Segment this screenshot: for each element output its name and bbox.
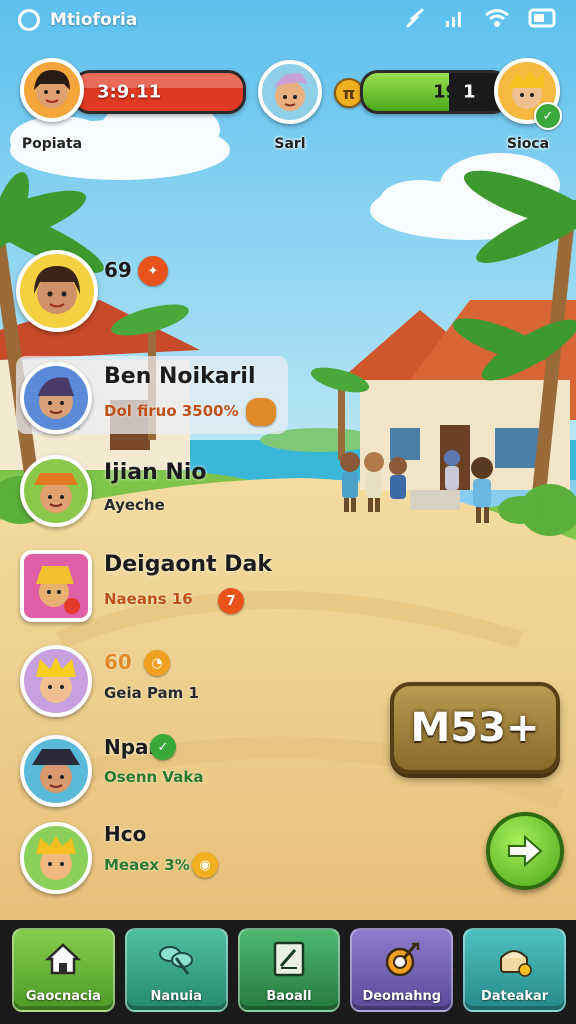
left-player-name: Popiata — [21, 136, 83, 152]
roster-sub-2: Ayeche — [104, 496, 165, 514]
roster-name-2: Ijian Nio — [104, 460, 207, 485]
roster-sub-0: 69 — [104, 258, 132, 282]
roster-badge-4: ◔ — [144, 650, 170, 676]
roster-sub-1: Dol firuo 3500% — [104, 402, 239, 420]
nav-label-baoall: Baoall — [266, 989, 312, 1004]
roster-badge-3: 7 — [218, 588, 244, 614]
nav-tab-home[interactable]: Gaocnacia — [12, 928, 115, 1012]
nav-label-home: Gaocnacia — [25, 989, 101, 1004]
center-player-avatar[interactable] — [258, 60, 322, 124]
roster-avatar-1[interactable] — [20, 362, 92, 434]
roster-sub-3: Naeans 16 — [104, 590, 193, 608]
status-bar: Mtioforia — [0, 0, 576, 40]
wifi-icon — [484, 8, 510, 32]
left-player-score: 3:9.11 — [97, 81, 162, 103]
roster-avatar-2[interactable] — [20, 455, 92, 527]
nav-label-dateakar: Dateakar — [480, 989, 549, 1004]
leaf-icon — [155, 938, 197, 980]
currency-purchase-button[interactable]: M53+ — [390, 682, 560, 774]
roster-avatar-3[interactable] — [20, 550, 92, 622]
right-player-level: 1 — [463, 81, 476, 103]
bottom-navigation: Gaocnacia Nanuia Baoall Deomahng Dateaka… — [0, 920, 576, 1024]
nav-tab-dateakar[interactable]: Dateakar — [463, 928, 566, 1012]
next-arrow-button[interactable] — [486, 812, 564, 890]
nav-label-nanuia: Nanuia — [150, 989, 202, 1004]
roster-avatar-4[interactable] — [20, 645, 92, 717]
center-player-name: Sarl — [274, 136, 306, 152]
nav-label-deomahng: Deomahng — [362, 989, 442, 1004]
left-player-avatar[interactable] — [20, 58, 84, 122]
roster-avatar-6[interactable] — [20, 822, 92, 894]
roster-avatar-0[interactable] — [16, 250, 98, 332]
coin-pot-icon — [246, 398, 276, 426]
roster-sub-5: Osenn Vaka — [104, 768, 204, 786]
roster-sub-6: Meaex 3% — [104, 856, 190, 874]
cell-signal-icon — [444, 9, 466, 31]
roster-name-6: Hco — [104, 822, 147, 846]
roster-badge-0: ✦ — [138, 256, 168, 286]
nav-tab-deomahng[interactable]: Deomahng — [350, 928, 454, 1012]
signal-bolt-icon — [404, 8, 426, 32]
roster-name-3: Deigaont Dak — [104, 552, 273, 577]
right-player-progress-bar: 19 1 — [360, 70, 510, 114]
roster-top-4: 60 — [104, 650, 132, 674]
left-player-health-bar: 3:9.11 — [72, 70, 246, 114]
roster-check-icon-5: ✓ — [150, 734, 176, 760]
app-circle-icon — [18, 9, 40, 31]
roster-coin-icon-6: ◉ — [192, 852, 218, 878]
nav-tab-nanuia[interactable]: Nanuia — [124, 928, 228, 1012]
status-title: Mtioforia — [50, 10, 138, 30]
right-player-name: Sioca — [506, 136, 550, 152]
checkmark-icon: ✓ — [534, 102, 562, 130]
card-icon — [268, 938, 310, 980]
home-icon — [42, 938, 84, 980]
roster-name-1: Ben Noikaril — [104, 364, 256, 389]
target-icon — [381, 938, 423, 980]
battery-icon — [528, 8, 558, 32]
nav-tab-baoall[interactable]: Baoall — [237, 928, 341, 1012]
roster-sub-4: Geia Pam 1 — [104, 684, 199, 702]
right-player-score: 19 — [433, 81, 459, 103]
roster-avatar-5[interactable] — [20, 735, 92, 807]
chest-icon — [494, 938, 536, 980]
arrow-right-icon — [508, 834, 543, 868]
